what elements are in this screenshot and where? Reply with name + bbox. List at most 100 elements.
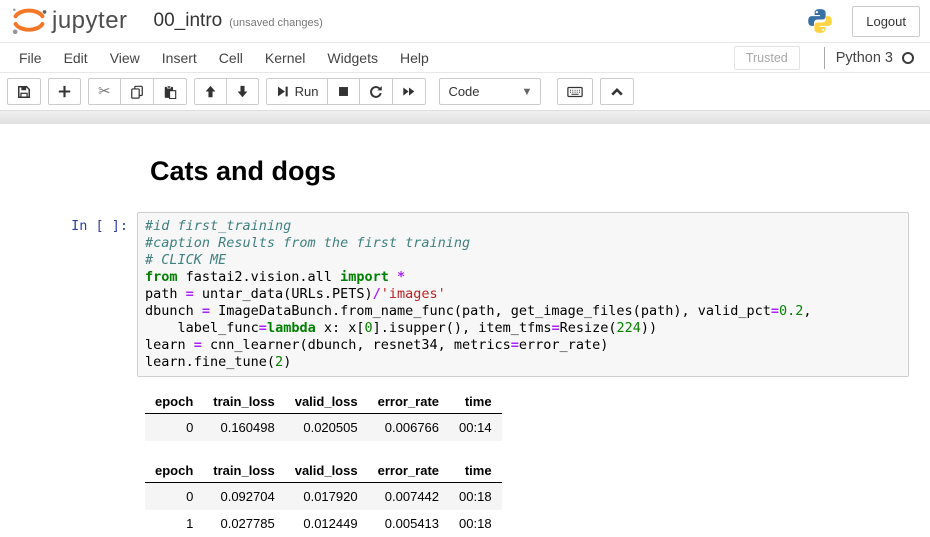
add-cell-icon: [58, 85, 71, 98]
cell-value: 00:14: [449, 414, 502, 442]
add-cell-button[interactable]: [48, 78, 81, 105]
command-palette-button[interactable]: [557, 78, 593, 105]
cell-value: 0.012449: [285, 510, 368, 537]
cell-value: 0.006766: [368, 414, 449, 442]
col-header: epoch: [145, 459, 203, 483]
paste-icon: [163, 85, 177, 99]
kernel-name: Python 3: [836, 50, 893, 66]
code-line: from fastai2.vision.all import *: [145, 269, 901, 286]
fast-forward-icon: [402, 85, 416, 98]
run-icon: [276, 85, 289, 98]
python-logo-icon: [806, 7, 834, 35]
jupyter-logo[interactable]: jupyter: [10, 5, 128, 37]
cut-cell-button[interactable]: ✂: [88, 78, 121, 105]
save-status: (unsaved changes): [229, 13, 323, 29]
notebook-area: Cats and dogs In [ ]: #id first_training…: [0, 124, 930, 537]
cell-value: 0.005413: [368, 510, 449, 537]
table-row: 1 0.027785 0.012449 0.005413 00:18: [145, 510, 502, 537]
cell-type-value: Code: [448, 84, 479, 99]
table-header-row: epoch train_loss valid_loss error_rate t…: [145, 390, 502, 414]
table-row: 0 0.092704 0.017920 0.007442 00:18: [145, 483, 502, 511]
app-name: jupyter: [52, 7, 128, 35]
cell-type-select[interactable]: Code ▼: [439, 78, 541, 105]
col-header: error_rate: [368, 390, 449, 414]
menu-help[interactable]: Help: [389, 50, 440, 66]
code-line: #caption Results from the first training: [145, 235, 901, 252]
cell-value: 0.017920: [285, 483, 368, 511]
code-line: learn = cnn_learner(dbunch, resnet34, me…: [145, 337, 901, 354]
code-line: label_func=lambda x: x[0].isupper(), ite…: [145, 320, 901, 337]
cut-icon: ✂: [98, 84, 111, 99]
table-header-row: epoch train_loss valid_loss error_rate t…: [145, 459, 502, 483]
cell-value: 0: [145, 414, 203, 442]
cell-value: 0.007442: [368, 483, 449, 511]
interrupt-kernel-button[interactable]: [327, 78, 360, 105]
col-header: time: [449, 459, 502, 483]
col-header: valid_loss: [285, 390, 368, 414]
col-header: train_loss: [203, 459, 284, 483]
menu-widgets[interactable]: Widgets: [316, 50, 389, 66]
paste-cell-button[interactable]: [153, 78, 187, 105]
code-line: #id first_training: [145, 218, 901, 235]
col-header: error_rate: [368, 459, 449, 483]
code-line: path = untar_data(URLs.PETS)/'images': [145, 286, 901, 303]
move-cell-down-button[interactable]: [226, 78, 259, 105]
notebook-title[interactable]: 00_intro: [154, 10, 223, 32]
menu-edit[interactable]: Edit: [53, 50, 99, 66]
kernel-idle-indicator: [902, 52, 914, 64]
divider: [824, 47, 825, 69]
cell-value: 1: [145, 510, 203, 537]
col-header: epoch: [145, 390, 203, 414]
cell-value: 0.027785: [203, 510, 284, 537]
restart-run-all-button[interactable]: [392, 78, 426, 105]
menu-insert[interactable]: Insert: [151, 50, 208, 66]
save-icon: [17, 85, 31, 99]
cell-value: 00:18: [449, 510, 502, 537]
cell-value: 0.020505: [285, 414, 368, 442]
input-prompt: In [ ]:: [0, 212, 137, 377]
col-header: valid_loss: [285, 459, 368, 483]
col-header: time: [449, 390, 502, 414]
chevron-up-icon: [610, 86, 624, 98]
code-line: learn.fine_tune(2): [145, 354, 901, 371]
code-editor[interactable]: #id first_training #caption Results from…: [137, 212, 909, 377]
cell-value: 00:18: [449, 483, 502, 511]
menu-kernel[interactable]: Kernel: [254, 50, 316, 66]
logout-button[interactable]: Logout: [852, 6, 920, 37]
run-label: Run: [295, 84, 319, 99]
menu-file[interactable]: File: [8, 50, 53, 66]
code-cell: In [ ]: #id first_training #caption Resu…: [0, 212, 930, 377]
restart-kernel-button[interactable]: [359, 78, 393, 105]
table-row: 0 0.160498 0.020505 0.006766 00:14: [145, 414, 502, 442]
trusted-badge[interactable]: Trusted: [734, 46, 800, 70]
cell-value: 0.092704: [203, 483, 284, 511]
cell-value: 0: [145, 483, 203, 511]
jupyter-logo-icon: [10, 5, 48, 37]
code-line: dbunch = ImageDataBunch.from_name_func(p…: [145, 303, 901, 320]
chevron-down-icon: ▼: [522, 86, 533, 98]
menu-view[interactable]: View: [99, 50, 151, 66]
copy-icon: [130, 85, 144, 99]
move-cell-up-button[interactable]: [194, 78, 227, 105]
keyboard-icon: [567, 85, 583, 99]
markdown-cell[interactable]: Cats and dogs: [0, 156, 930, 186]
restart-kernel-icon: [369, 85, 383, 99]
cell-value: 0.160498: [203, 414, 284, 442]
header-shadow: [0, 110, 930, 124]
copy-cell-button[interactable]: [120, 78, 154, 105]
menu-cell[interactable]: Cell: [208, 50, 254, 66]
move-down-icon: [236, 85, 249, 98]
training-results-table-2: epoch train_loss valid_loss error_rate t…: [145, 459, 502, 537]
collapse-toolbar-button[interactable]: [600, 78, 634, 105]
stop-icon: [337, 85, 350, 98]
save-button[interactable]: [7, 78, 41, 105]
run-cell-button[interactable]: Run: [266, 78, 329, 105]
move-up-icon: [204, 85, 217, 98]
code-line: # CLICK ME: [145, 252, 901, 269]
toolbar: ✂ Run: [0, 73, 930, 110]
col-header: train_loss: [203, 390, 284, 414]
cell-outputs: epoch train_loss valid_loss error_rate t…: [145, 390, 930, 537]
page-title: Cats and dogs: [150, 156, 930, 186]
training-results-table-1: epoch train_loss valid_loss error_rate t…: [145, 390, 502, 441]
header: jupyter 00_intro (unsaved changes) Logou…: [0, 0, 930, 42]
